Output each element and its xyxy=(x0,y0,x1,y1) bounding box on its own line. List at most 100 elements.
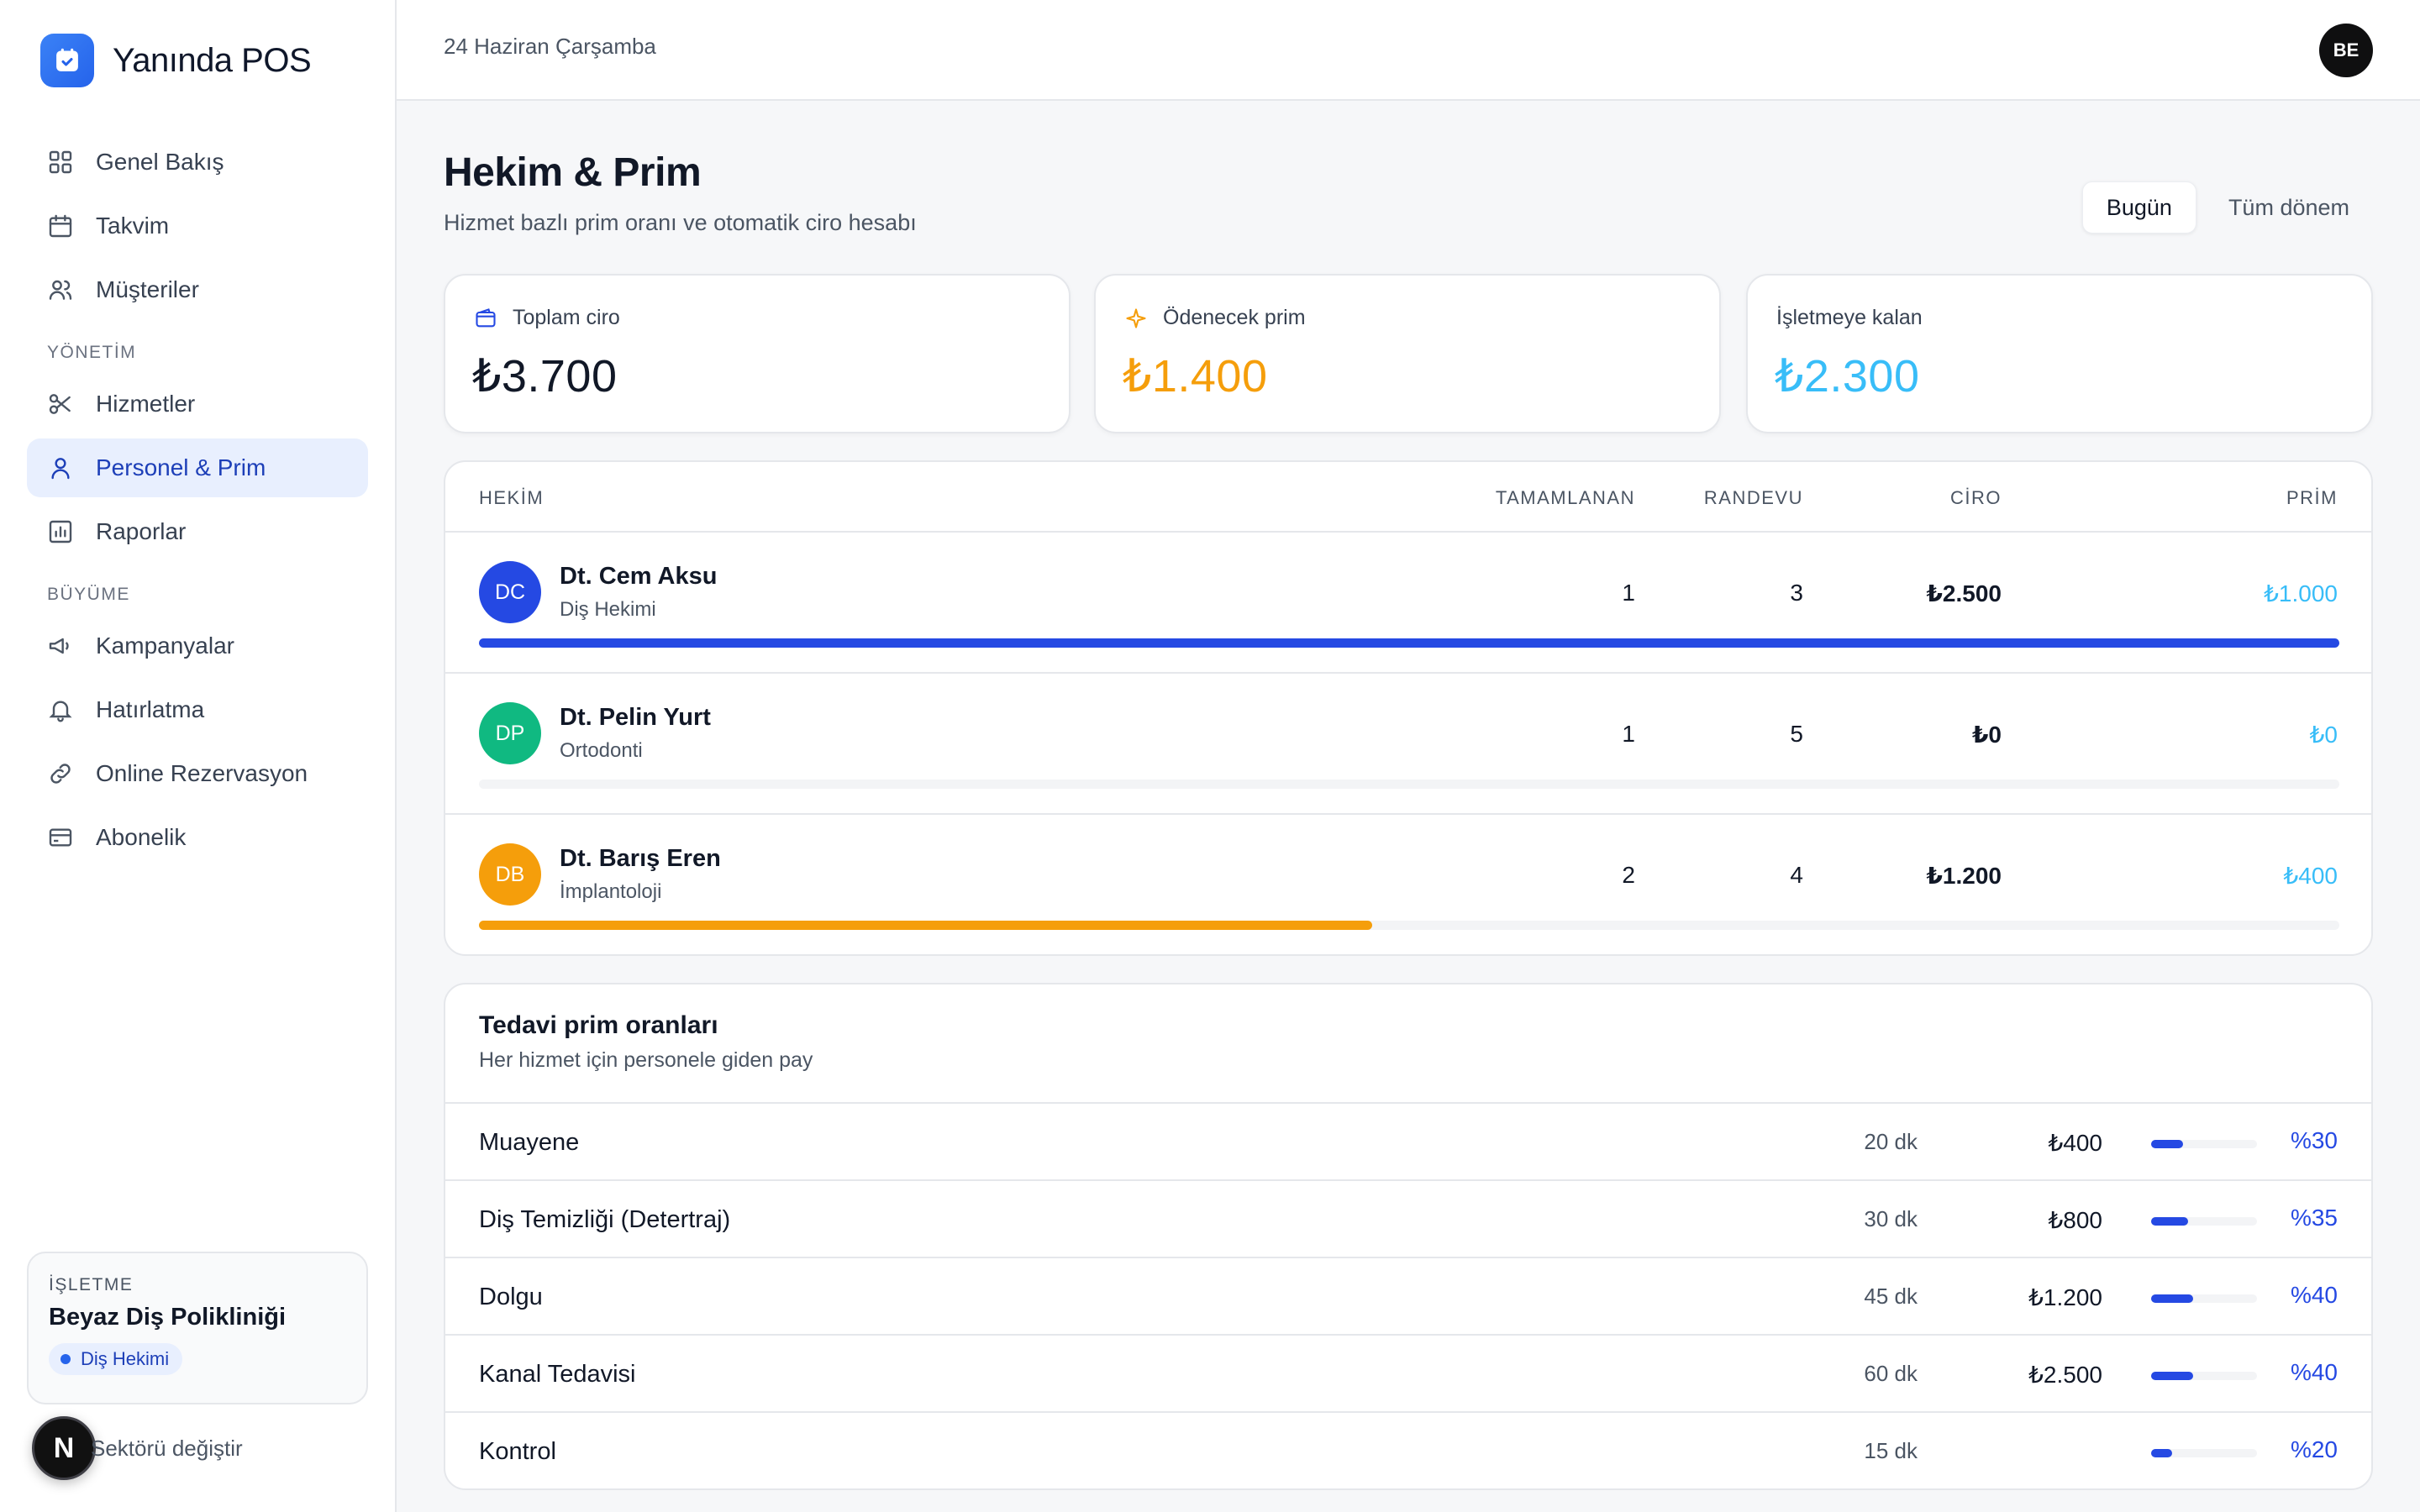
revenue-share-bar xyxy=(479,780,2339,789)
rate-row[interactable]: Muayene 20 dk ₺400 %30 xyxy=(445,1102,2371,1179)
treatment-rates-card: Tedavi prim oranları Her hizmet için per… xyxy=(444,983,2373,1490)
rate-percent: %20 xyxy=(2290,1436,2338,1462)
rate-percent: %30 xyxy=(2290,1127,2338,1153)
megaphone-icon xyxy=(49,638,69,654)
service-name: Muayene xyxy=(479,1129,580,1156)
doctor-specialty: Ortodonti xyxy=(560,739,643,762)
rate-row[interactable]: Kontrol 15 dk %20 xyxy=(445,1411,2371,1488)
sector-change-button[interactable]: N Sektörü değiştir xyxy=(32,1416,243,1480)
sidebar-item-label: Hizmetler xyxy=(96,391,196,417)
stat-label-text: Toplam ciro xyxy=(513,306,620,329)
period-filter: Bugün Tüm dönem xyxy=(2081,181,2373,234)
stat-value: ₺3.700 xyxy=(472,351,618,402)
users-icon xyxy=(49,280,72,300)
stat-label-text: Ödenecek prim xyxy=(1163,306,1306,329)
service-name: Dolgu xyxy=(479,1284,543,1310)
sidebar-item-label: Müşteriler xyxy=(96,276,199,302)
calendar-check-icon xyxy=(40,34,94,87)
bonus-value: ₺400 xyxy=(2283,863,2338,889)
completed-count: 1 xyxy=(1622,580,1635,606)
header-doctor: HEKİM xyxy=(479,487,544,508)
completed-count: 2 xyxy=(1622,862,1635,888)
sidebar-item-genel-bakis[interactable]: Genel Bakış xyxy=(27,133,368,192)
rate-row[interactable]: Dolgu 45 dk ₺1.200 %40 xyxy=(445,1257,2371,1334)
rate-bar xyxy=(2151,1217,2257,1226)
service-name: Kanal Tedavisi xyxy=(479,1361,636,1388)
brand[interactable]: Yanında POS xyxy=(40,34,312,87)
current-date: 24 Haziran Çarşamba xyxy=(444,34,656,59)
revenue-value: ₺2.500 xyxy=(1926,580,2002,606)
sidebar-item-label: Raporlar xyxy=(96,518,187,544)
scissors-icon xyxy=(49,394,71,414)
sidebar-item-online-rezervasyon[interactable]: Online Rezervasyon xyxy=(27,744,368,803)
rate-row[interactable]: Kanal Tedavisi 60 dk ₺2.500 %40 xyxy=(445,1334,2371,1411)
appointments-count: 3 xyxy=(1790,580,1803,606)
stat-label-text: İşletmeye kalan xyxy=(1776,306,1923,329)
header-revenue: CİRO xyxy=(1950,487,2002,508)
doctor-avatar: DB xyxy=(479,843,541,906)
doctor-avatar: DC xyxy=(479,561,541,623)
appointments-count: 4 xyxy=(1790,862,1803,888)
sidebar-item-kampanyalar[interactable]: Kampanyalar xyxy=(27,617,368,675)
rate-bar xyxy=(2151,1449,2257,1457)
stat-label: Toplam ciro xyxy=(474,306,620,330)
card-icon xyxy=(49,828,72,847)
service-name: Kontrol xyxy=(479,1438,556,1465)
revenue-share-fill xyxy=(479,921,1372,930)
sidebar: Yanında POS Genel Bakış Takvim Müşterile… xyxy=(0,0,397,1512)
stat-business-remaining: İşletmeye kalan ₺2.300 xyxy=(1746,274,2373,433)
table-row[interactable]: DP Dt. Pelin Yurt Ortodonti 5 1 ₺0 ₺0 xyxy=(445,674,2371,815)
wallet-icon xyxy=(476,307,496,327)
rate-row[interactable]: Diş Temizliği (Detertraj) 30 dk ₺800 %35 xyxy=(445,1179,2371,1257)
sparkle-icon xyxy=(1126,307,1146,328)
page-title: Hekim & Prim xyxy=(444,150,702,195)
sidebar-item-label: Takvim xyxy=(96,213,170,239)
sidebar-item-takvim[interactable]: Takvim xyxy=(27,197,368,255)
chart-icon xyxy=(49,520,72,543)
service-price: ₺1.200 xyxy=(2028,1284,2102,1310)
service-duration: 30 dk xyxy=(1864,1206,1918,1231)
sidebar-item-raporlar[interactable]: Raporlar xyxy=(27,502,368,561)
rate-bar xyxy=(2151,1294,2257,1303)
rate-bar-fill xyxy=(2151,1372,2194,1380)
service-price: ₺2.500 xyxy=(2028,1362,2102,1388)
filter-all-time-button[interactable]: Tüm dönem xyxy=(2205,181,2373,234)
user-icon xyxy=(51,458,70,480)
n-logo-icon[interactable]: N xyxy=(32,1416,96,1480)
user-avatar[interactable]: BE xyxy=(2319,24,2373,77)
stat-value: ₺1.400 xyxy=(1123,351,1268,402)
filter-today-button[interactable]: Bugün xyxy=(2081,181,2196,234)
business-card[interactable]: İŞLETME Beyaz Diş Polikliniği Diş Hekimi xyxy=(27,1252,368,1404)
header-completed: TAMAMLANAN xyxy=(1495,487,1635,508)
sidebar-item-hatirlatma[interactable]: Hatırlatma xyxy=(27,680,368,739)
header-appointments: RANDEVU xyxy=(1703,487,1803,508)
service-price: ₺800 xyxy=(2048,1207,2102,1233)
service-duration: 15 dk xyxy=(1864,1438,1918,1463)
table-header: HEKİM RANDEVU TAMAMLANAN CİRO PRİM xyxy=(445,462,2371,533)
stat-total-revenue: Toplam ciro ₺3.700 xyxy=(444,274,1071,433)
appointments-count: 5 xyxy=(1790,721,1803,747)
rate-bar-fill xyxy=(2151,1294,2194,1303)
calendar-icon xyxy=(49,214,72,238)
doctor-name: Dt. Barış Eren xyxy=(560,845,721,872)
rate-bar xyxy=(2151,1372,2257,1380)
bonus-value: ₺0 xyxy=(2309,722,2338,748)
stat-label: İşletmeye kalan xyxy=(1776,306,1923,330)
service-price: ₺400 xyxy=(2048,1130,2102,1156)
sidebar-item-abonelik[interactable]: Abonelik xyxy=(27,808,368,867)
header-bonus: PRİM xyxy=(2286,487,2338,508)
revenue-value: ₺0 xyxy=(1971,722,2002,748)
sidebar-item-personel-prim[interactable]: Personel & Prim xyxy=(27,438,368,497)
revenue-share-fill xyxy=(479,638,2339,648)
rate-percent: %40 xyxy=(2290,1359,2338,1385)
rates-subtitle: Her hizmet için personele giden pay xyxy=(479,1048,813,1072)
bonus-value: ₺1.000 xyxy=(2264,580,2338,606)
table-row[interactable]: DB Dt. Barış Eren İmplantoloji 4 2 ₺1.200 ₺400 xyxy=(445,815,2371,954)
nav-section-yonetim: YÖNETİM xyxy=(47,343,137,362)
table-row[interactable]: DC Dt. Cem Aksu Diş Hekimi 3 1 ₺2.500 ₺1.000 xyxy=(445,533,2371,674)
bell-icon xyxy=(49,701,72,722)
sidebar-item-musteriler[interactable]: Müşteriler xyxy=(27,260,368,319)
stat-bonus-payable: Ödenecek prim ₺1.400 xyxy=(1094,274,1721,433)
sidebar-item-hizmetler[interactable]: Hizmetler xyxy=(27,375,368,433)
rates-title: Tedavi prim oranları xyxy=(479,1011,718,1039)
